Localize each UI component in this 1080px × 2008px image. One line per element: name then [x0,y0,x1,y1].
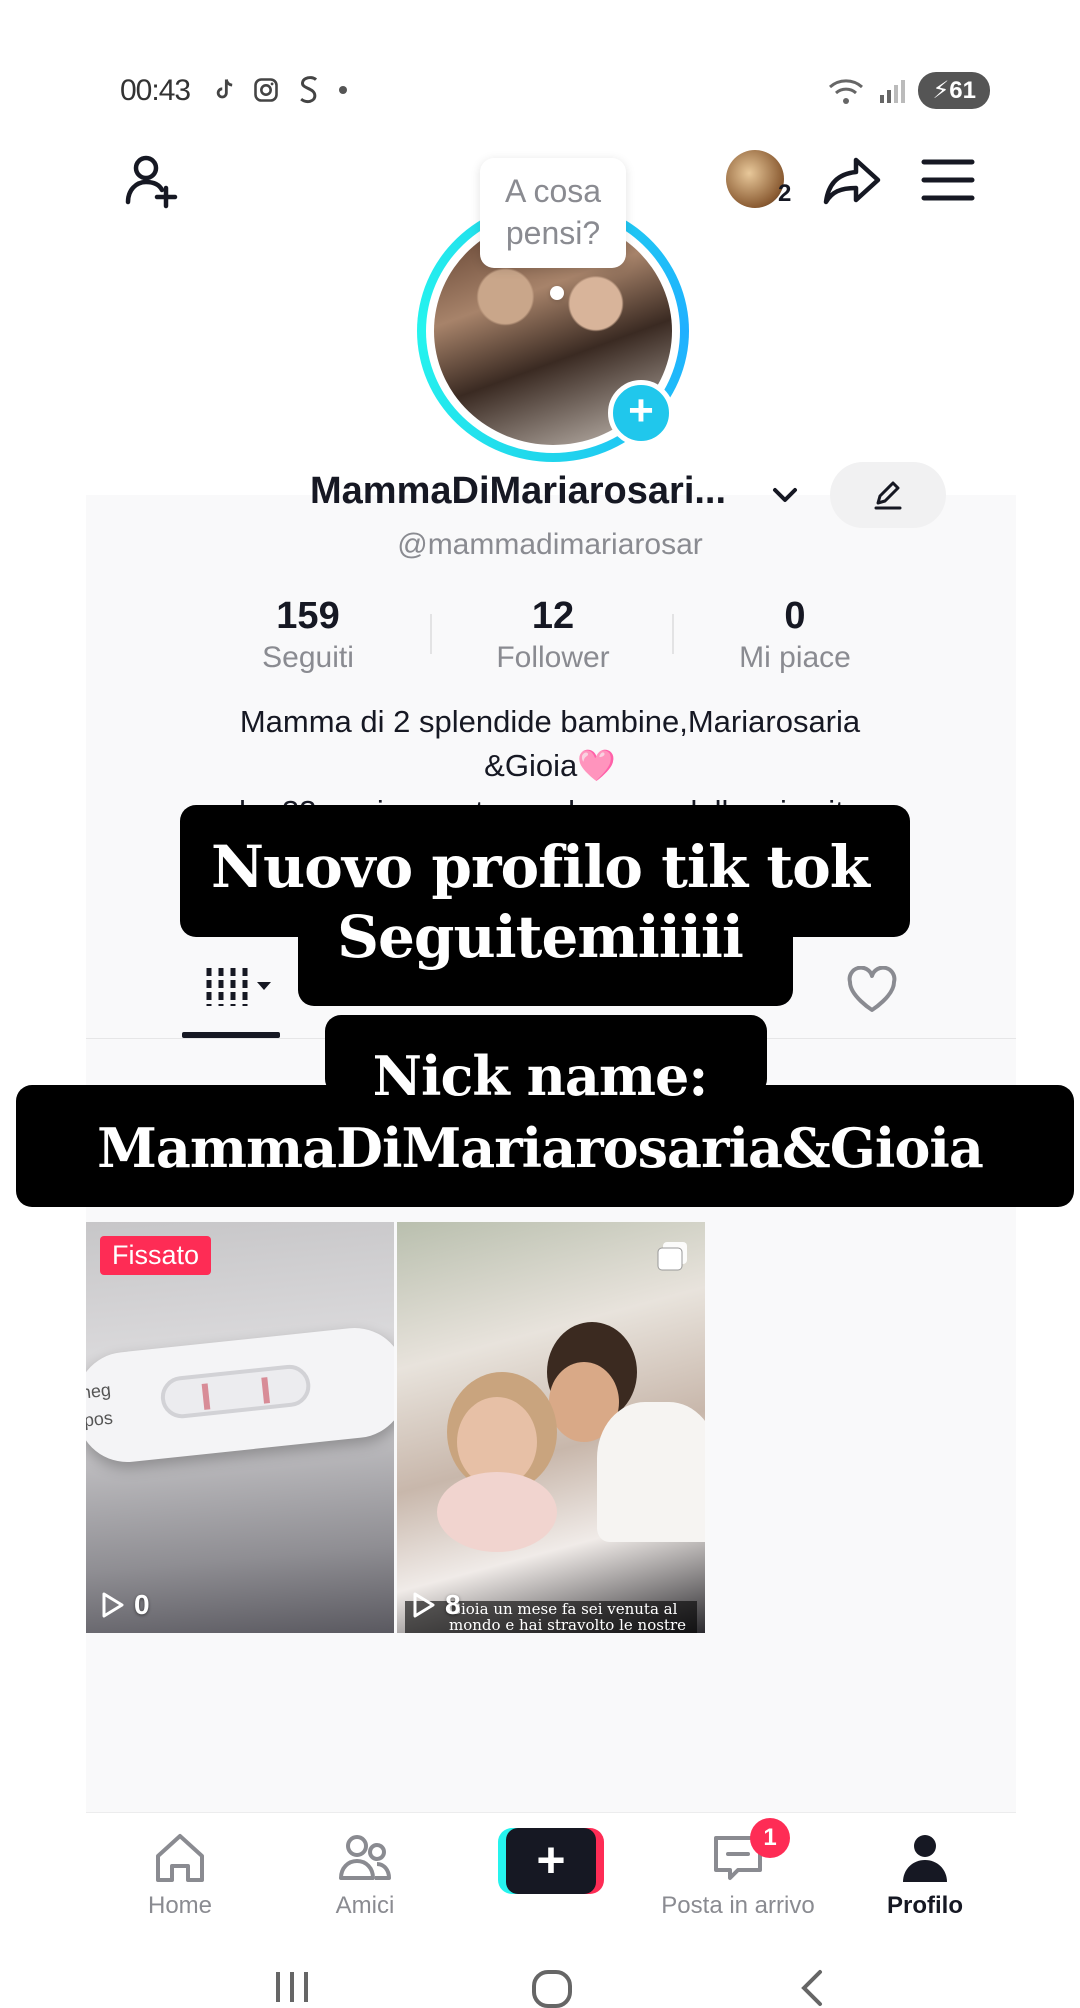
video-play-count: 0 [100,1589,150,1621]
test-label: pos [86,1407,114,1431]
status-bar: 00:43 ⚡61 [0,0,1080,130]
thought-bubble[interactable]: A cosa pensi? [480,158,626,268]
signal-icon [880,79,906,103]
multiple-photos-icon [657,1242,687,1271]
photo-figure [597,1402,705,1542]
play-count-value: 0 [134,1589,150,1620]
display-name[interactable]: MammaDiMariarosari... [310,470,726,513]
thought-bubble-tail [550,286,564,300]
profile-icon [903,1835,947,1882]
recent-apps-icon[interactable] [272,1966,312,2006]
photo-figure [437,1472,557,1552]
pencil-icon [874,481,902,510]
nav-label: Amici [335,1892,395,1919]
share-icon[interactable] [820,148,884,212]
video-thumbnail-pinned[interactable]: neg pos Fissato 0 [86,1222,394,1633]
follower-request-count: 2 [778,180,792,207]
add-friend-icon[interactable] [120,148,184,212]
stat-following-label: Seguiti [262,641,354,674]
plus-icon: + [506,1828,596,1894]
stat-followers-label: Follower [496,641,610,674]
stat-divider [672,614,674,654]
stat-followers-value: 12 [531,595,575,637]
stat-likes-label: Mi piace [739,641,851,674]
nav-label: Profilo [887,1892,963,1919]
inbox-notification-badge: 1 [750,1818,790,1858]
follower-request-avatar[interactable] [726,150,784,208]
play-icon [413,1592,435,1618]
stat-divider [430,614,432,654]
video-thumbnail[interactable]: Gioia un mese fa sei venuta al mondo e h… [397,1222,705,1633]
nav-inbox[interactable]: Posta in arrivo [648,1828,828,1920]
pinned-badge: Fissato [100,1236,212,1275]
profile-bio[interactable]: Mamma di 2 splendide bambine,Mariarosari… [150,700,950,788]
instagram-icon [254,78,278,102]
tiktok-icon [216,79,233,99]
status-system-icons: ⚡61 [826,72,990,109]
play-count-value: 8 [445,1589,461,1620]
chevron-down-icon[interactable] [768,478,802,512]
battery-indicator: ⚡61 [918,72,990,109]
add-story-button[interactable]: + [608,380,674,446]
system-home-icon[interactable] [530,1966,574,2008]
dot-icon [339,86,347,94]
menu-icon[interactable] [918,152,978,208]
stat-followers[interactable]: 12 Follower [453,594,653,678]
stat-following[interactable]: 159 Seguiti [208,594,408,678]
nav-home[interactable]: Home [90,1828,270,1920]
video-play-count: 8 [411,1589,461,1621]
system-back-icon[interactable] [796,1966,828,2008]
video-overlay-caption: Nuovo profilo tik tok Seguitemiiiii [210,833,870,971]
stat-likes-value: 0 [784,595,806,637]
status-notification-icons [210,74,350,106]
nav-friends[interactable]: Amici [275,1828,455,1920]
liked-tab-heart-icon[interactable] [846,966,898,1014]
bio-line: &Gioia🩷 [484,748,616,783]
video-overlay-caption: Nick name: MammaDiMariarosaria&Gioia [97,1044,984,1180]
bio-line: Mamma di 2 splendide bambine,Mariarosari… [239,704,861,739]
pregnancy-test-image: neg pos [86,1323,394,1467]
edit-profile-button[interactable] [830,462,946,528]
nav-profile[interactable]: Profilo [835,1828,1015,1920]
wifi-icon [829,78,864,104]
s-icon [300,76,318,104]
create-video-button[interactable]: + [498,1828,604,1894]
battery-level: 61 [949,77,976,104]
username: @mammadimariarosar [397,528,703,561]
test-label: neg [86,1379,112,1403]
nav-label: Home [147,1892,213,1919]
stat-likes[interactable]: 0 Mi piace [695,594,895,678]
friends-icon [339,1835,391,1880]
home-icon [156,1834,204,1882]
nav-label: Posta in arrivo [661,1892,815,1919]
play-icon [102,1592,124,1618]
status-time: 00:43 [120,74,191,107]
stat-following-value: 159 [276,595,340,637]
